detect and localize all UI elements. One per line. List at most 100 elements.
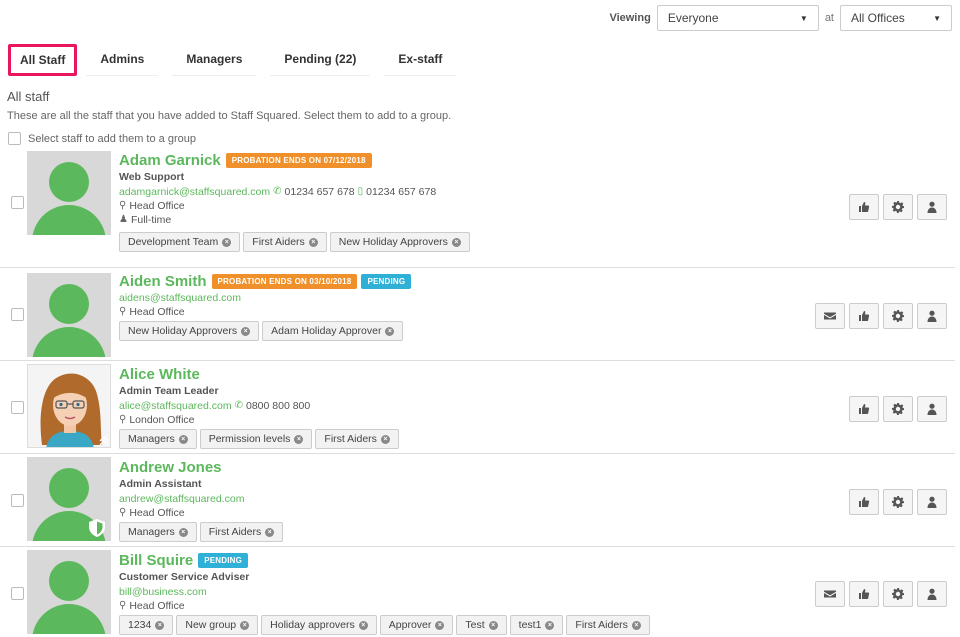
staff-checkbox[interactable] [11,196,24,209]
tag-label: First Aiders [252,236,305,248]
office-name: Head Office [129,200,185,212]
remove-icon[interactable]: × [358,620,368,630]
settings-button[interactable] [883,194,913,220]
group-tags: Managers × Permission levels × First Aider… [119,429,785,449]
remove-icon[interactable]: × [222,237,232,247]
email-link[interactable]: andrew@staffsquared.com [119,492,244,506]
avatar[interactable] [27,457,111,541]
thumbs-up-icon [859,202,870,212]
tag-label: Managers [128,526,175,538]
tag-label: Approver [388,619,432,631]
row-actions [849,489,947,515]
staff-name[interactable]: Bill Squire [119,552,193,569]
like-button[interactable] [849,396,879,422]
tag-label: 1234 [128,619,152,631]
tab-all-staff[interactable]: All Staff [8,44,78,76]
like-button[interactable] [849,194,879,220]
remove-icon[interactable]: × [294,434,304,444]
settings-button[interactable] [883,581,913,607]
staff-checkbox[interactable] [11,308,24,321]
remove-icon[interactable]: × [178,527,188,537]
group-tag: Holiday approvers × [261,615,377,635]
group-tags: 1234 × New group × Holiday approvers × Appr… [119,615,945,635]
staff-name[interactable]: Adam Garnick [119,152,221,169]
settings-button[interactable] [883,303,913,329]
staff-info: Alice White Admin Team Leader alice@staf… [119,364,785,449]
staff-row: Alice White Admin Team Leader alice@staf… [0,361,955,454]
staff-name[interactable]: Alice White [119,366,200,383]
office-select[interactable]: All Offices ▼ [840,5,952,31]
envelope-icon [824,312,836,320]
profile-button[interactable] [917,303,947,329]
profile-button[interactable] [917,581,947,607]
remove-icon[interactable]: × [545,620,555,630]
staff-checkbox[interactable] [11,401,24,414]
row-actions [815,581,947,607]
staff-name[interactable]: Andrew Jones [119,459,222,476]
avatar[interactable] [27,151,111,235]
profile-button[interactable] [917,194,947,220]
staff-checkbox[interactable] [11,587,24,600]
select-all[interactable]: Select staff to add them to a group [8,132,196,145]
remove-icon[interactable]: × [241,326,251,336]
message-button[interactable] [815,303,845,329]
phone-icon: ✆ [234,400,243,411]
map-marker-icon: ⚲ [119,414,127,425]
staff-row: Adam Garnick PROBATION ENDS ON 07/12/201… [0,148,955,268]
like-button[interactable] [849,489,879,515]
avatar[interactable] [27,364,111,448]
tab-managers[interactable]: Managers [172,42,257,76]
tab-pending[interactable]: Pending (22) [270,42,371,76]
map-marker-icon: ⚲ [119,600,127,611]
gear-icon [892,310,904,322]
remove-icon[interactable]: × [435,620,445,630]
like-button[interactable] [849,303,879,329]
group-tag: Test × [456,615,507,635]
tab-admins[interactable]: Admins [86,42,159,76]
like-button[interactable] [849,581,879,607]
profile-button[interactable] [917,489,947,515]
remove-icon[interactable]: × [308,237,318,247]
email-link[interactable]: alice@staffsquared.com [119,399,232,413]
remove-icon[interactable]: × [488,620,498,630]
group-tag: Permission levels × [199,429,313,449]
tag-label: Adam Holiday Approver [271,325,382,337]
tag-label: New Holiday Approvers [338,236,448,248]
viewing-select[interactable]: Everyone ▼ [656,5,819,31]
remove-icon[interactable]: × [631,620,641,630]
tag-label: New Holiday Approvers [128,325,238,337]
group-tag: Development Team × [119,232,241,252]
settings-button[interactable] [883,396,913,422]
tab-ex-staff[interactable]: Ex-staff [384,42,457,76]
staff-name[interactable]: Aiden Smith [119,273,207,290]
group-tag: First Aiders × [315,429,399,449]
settings-button[interactable] [883,489,913,515]
remove-icon[interactable]: × [155,620,165,630]
group-tags: New Holiday Approvers × Adam Holiday Appr… [119,321,785,341]
group-tag: First Aiders × [566,615,650,635]
select-all-checkbox[interactable] [8,132,21,145]
remove-icon[interactable]: × [385,326,395,336]
staff-checkbox[interactable] [11,494,24,507]
tag-label: First Aiders [208,526,262,538]
map-marker-icon: ⚲ [119,507,127,518]
tag-label: Holiday approvers [270,619,355,631]
tag-label: First Aiders [324,433,377,445]
email-link[interactable]: aidens@staffsquared.com [119,291,241,305]
remove-icon[interactable]: × [240,620,250,630]
probation-badge: PROBATION ENDS ON 07/12/2018 [225,152,372,168]
email-link[interactable]: adamgarnick@staffsquared.com [119,185,270,199]
profile-button[interactable] [917,396,947,422]
group-tag: Approver × [379,615,454,635]
remove-icon[interactable]: × [451,237,461,247]
remove-icon[interactable]: × [178,434,188,444]
avatar[interactable] [27,273,111,357]
avatar[interactable] [27,550,111,634]
remove-icon[interactable]: × [380,434,390,444]
remove-icon[interactable]: × [265,527,275,537]
shield-icon [89,519,105,537]
message-button[interactable] [815,581,845,607]
tag-label: New group [185,619,237,631]
email-link[interactable]: bill@business.com [119,585,207,599]
job-title: Admin Assistant [119,478,202,490]
